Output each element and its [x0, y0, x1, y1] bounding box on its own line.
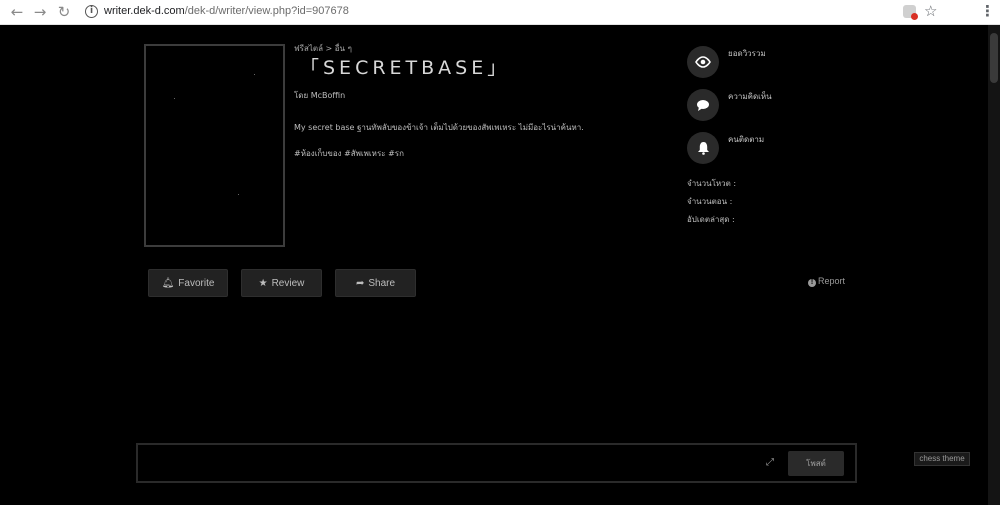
address-bar[interactable]: writer.dek-d.com/dek-d/writer/view.php?i… [104, 5, 349, 17]
review-label: Review [271, 278, 305, 289]
extension-icon[interactable] [903, 5, 918, 20]
theme-badge[interactable]: chess theme [914, 452, 970, 466]
post-button[interactable]: โพสต์ [788, 451, 844, 476]
episodes-label: จำนวนตอน : [687, 197, 733, 206]
review-button[interactable]: ★ Review [241, 269, 322, 297]
cover-speck [174, 98, 175, 99]
browser-menu-icon[interactable]: ⋮ [980, 2, 995, 20]
url-domain: writer.dek-d.com [104, 5, 185, 17]
info-icon[interactable]: i [85, 5, 98, 18]
followers-label: คนติดตาม [728, 135, 765, 144]
cover-speck [238, 194, 239, 195]
page-content: ฟรีสไตล์ > อื่น ๆ 「SECRETBASE」 โดย McBof… [0, 25, 988, 505]
back-arrow-icon[interactable]: ← [8, 3, 26, 21]
scrollbar[interactable] [988, 25, 1000, 505]
star-icon: ★ [258, 278, 268, 289]
share-button[interactable]: ➦ Share [335, 269, 416, 297]
cover-speck [254, 74, 255, 75]
votes-label: จำนวนโหวต : [687, 179, 737, 188]
story-author[interactable]: โดย McBoffin [294, 89, 345, 102]
forward-arrow-icon[interactable]: → [31, 3, 49, 21]
share-label: Share [368, 278, 396, 289]
comments-label: ความคิดเห็น [728, 92, 772, 101]
report-label: Report [818, 276, 846, 286]
eye-icon [687, 46, 719, 78]
views-label: ยอดวิวรวม [728, 49, 766, 58]
bell-icon [687, 132, 719, 164]
speech-bubble-icon [687, 89, 719, 121]
story-cover-image[interactable] [144, 44, 285, 247]
browser-toolbar: ← → ↻ i writer.dek-d.com/dek-d/writer/vi… [0, 0, 1000, 25]
report-link[interactable]: ! Report [808, 276, 845, 287]
bell-icon: 🔔︎ [161, 278, 175, 289]
story-description: My secret base ฐานทัพลับของข้าเจ้า เต็มไ… [294, 123, 584, 132]
favorite-label: Favorite [178, 278, 215, 289]
expand-icon[interactable]: ⤢ [766, 457, 774, 468]
story-tags[interactable]: #ห้องเก็บของ #สัพเพเหระ #รก [294, 147, 404, 160]
updated-label: อัปเดตล่าสุด : [687, 215, 735, 224]
info-icon: ! [808, 279, 816, 287]
url-path: /dek-d/writer/view.php?id=907678 [184, 5, 349, 17]
story-title: 「SECRETBASE」 [300, 57, 511, 79]
scrollbar-thumb[interactable] [990, 33, 998, 83]
bookmark-star-icon[interactable]: ☆ [924, 2, 937, 20]
favorite-button[interactable]: 🔔︎ Favorite [148, 269, 228, 297]
reload-icon[interactable]: ↻ [55, 3, 73, 21]
comment-box[interactable]: ⤢ โพสต์ [136, 443, 857, 483]
share-arrow-icon: ➦ [355, 278, 365, 289]
